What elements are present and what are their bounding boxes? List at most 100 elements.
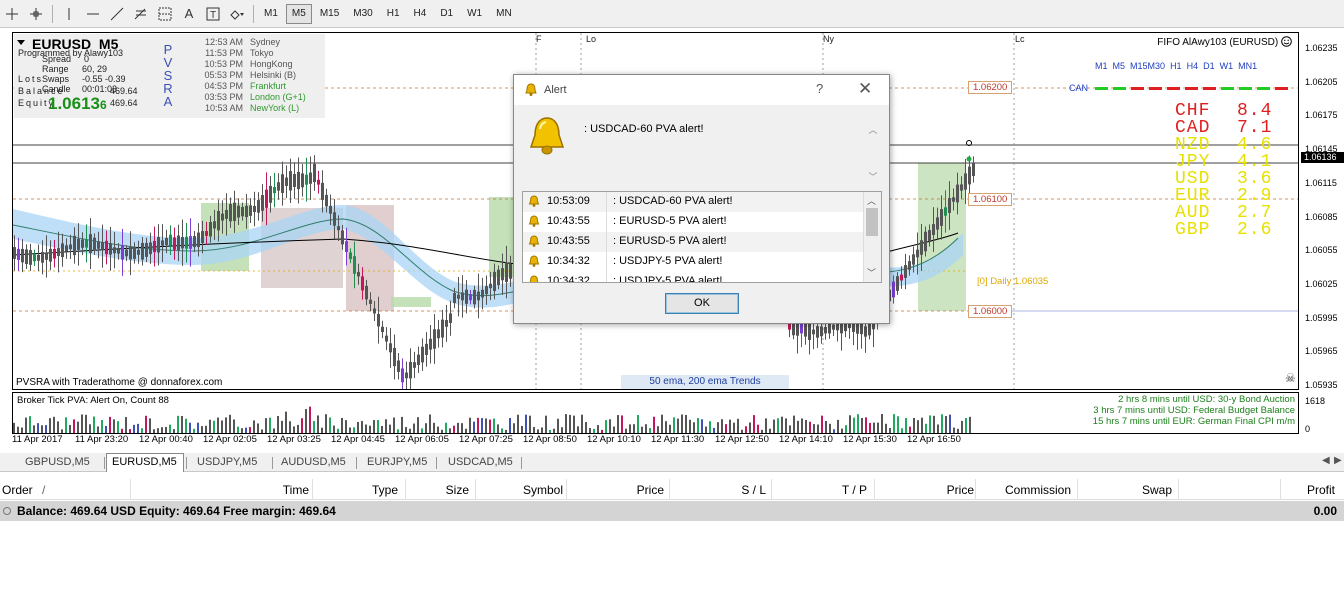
column-header-commission[interactable]: Commission (1005, 483, 1071, 497)
timeframe-button-mn[interactable]: MN (490, 4, 518, 24)
close-button[interactable]: ✕ (858, 79, 872, 99)
alert-history-row[interactable]: 10:43:55: EURUSD-5 PVA alert! (523, 232, 863, 252)
volume-bar (949, 414, 951, 433)
grid-icon[interactable] (153, 3, 177, 25)
tab-usdjpy-m5[interactable]: USDJPY,M5 (192, 454, 270, 471)
tab-scroll-right-icon[interactable]: ▶ (1334, 455, 1342, 466)
dialog-titlebar[interactable]: Alert ? ✕ (514, 75, 889, 105)
volume-bar (265, 418, 267, 433)
tf-strip-item[interactable]: H4 (1187, 61, 1199, 71)
volume-bar (869, 422, 871, 433)
session-time: 03:53 PM (204, 92, 243, 102)
volume-bar (933, 415, 935, 433)
pvsra-credit-label: PVSRA with Traderathome @ donnaforex.com (16, 377, 223, 388)
column-separator (1077, 479, 1078, 500)
shapes-icon[interactable] (225, 3, 249, 25)
column-header-tp[interactable]: T / P (842, 483, 867, 497)
price-axis: 1.06235 1.06205 1.06175 1.06145 1.06115 1.060… (1300, 32, 1344, 434)
volume-bar (325, 414, 327, 433)
timeframe-button-m1[interactable]: M1 (258, 4, 284, 24)
alert-history-row[interactable]: 10:43:55: EURUSD-5 PVA alert! (523, 212, 863, 232)
can-trend-dash (1275, 87, 1288, 90)
timeframe-button-w1[interactable]: W1 (461, 4, 488, 24)
candle-body (97, 241, 100, 249)
column-header-order[interactable]: Order (2, 483, 33, 497)
volume-bar (805, 419, 807, 433)
tab-usdcad-m5[interactable]: USDCAD,M5 (443, 454, 519, 471)
timeframe-button-m30[interactable]: M30 (347, 4, 378, 24)
cursor-icon[interactable] (0, 3, 24, 25)
spread-label: Spread (42, 54, 72, 64)
column-header-symbol[interactable]: Symbol (523, 483, 563, 497)
volume-bar (557, 418, 559, 433)
tab-separator (521, 457, 522, 469)
volume-bar (313, 421, 315, 433)
collapse-arrow-icon[interactable] (17, 40, 25, 46)
candle-body (153, 240, 156, 253)
alert-list-scrollbar[interactable]: ︿ ﹀ (863, 192, 881, 282)
tab-audusd-m5[interactable]: AUDUSD,M5 (276, 454, 354, 471)
horizontal-line-icon[interactable] (81, 3, 105, 25)
alert-history-row[interactable]: 10:53:09: USDCAD-60 PVA alert! (523, 192, 863, 212)
alert-history-row[interactable]: 10:34:32: USDJPY-5 PVA alert! (523, 272, 863, 282)
column-header-price[interactable]: Price (947, 483, 974, 497)
volume-bar (941, 414, 943, 433)
timeframe-button-m5[interactable]: M5 (285, 3, 312, 24)
column-header-sl[interactable]: S / L (741, 483, 766, 497)
candle-body (341, 230, 344, 245)
volume-bar (689, 419, 691, 433)
volume-bar (969, 416, 971, 433)
tf-strip-item[interactable]: D1 (1203, 61, 1215, 71)
candle-body (57, 248, 60, 256)
timeframe-button-h1[interactable]: H1 (381, 4, 406, 24)
tab-gbpusd-m5[interactable]: GBPUSD,M5 (20, 454, 102, 471)
volume-bar (745, 426, 747, 433)
text-icon[interactable]: A (177, 3, 201, 25)
column-header-swap[interactable]: Swap (1142, 483, 1172, 497)
timeframe-button-m15[interactable]: M15 (314, 4, 345, 24)
tf-strip-item[interactable]: MN1 (1238, 61, 1257, 71)
column-header-profit[interactable]: Profit (1307, 483, 1335, 497)
tf-strip-item[interactable]: M15 (1130, 61, 1148, 71)
balance-row[interactable]: Balance: 469.64 USD Equity: 469.64 Free … (0, 501, 1344, 521)
timeframe-button-d1[interactable]: D1 (434, 4, 459, 24)
column-header-price[interactable]: Price (637, 483, 664, 497)
svg-text:T: T (210, 10, 216, 21)
volume-bar (677, 418, 679, 433)
tab-eurjpy-m5[interactable]: EURJPY,M5 (362, 454, 434, 471)
volume-bar (629, 424, 631, 433)
volume-bar (433, 422, 435, 433)
trendline-icon[interactable] (105, 3, 129, 25)
fibo-icon[interactable] (129, 3, 153, 25)
volume-bar (733, 422, 735, 433)
volume-bar (77, 421, 79, 433)
tf-strip-item[interactable]: M1 (1095, 61, 1108, 71)
crosshair-icon[interactable] (24, 3, 48, 25)
tf-strip-item[interactable]: M30 (1148, 61, 1166, 71)
volume-bar (89, 424, 91, 433)
column-header-type[interactable]: Type (372, 483, 398, 497)
candle-body (145, 242, 148, 257)
help-button[interactable]: ? (816, 81, 823, 96)
tf-strip-item[interactable]: H1 (1170, 61, 1182, 71)
volume-bar (429, 414, 431, 433)
candle-body (237, 205, 240, 218)
column-header-size[interactable]: Size (446, 483, 469, 497)
volume-bar (661, 414, 663, 433)
text-label-icon[interactable]: T (201, 3, 225, 25)
candle-body (353, 256, 356, 274)
tab-scroll-left-icon[interactable]: ◀ (1322, 455, 1330, 466)
indicator-subwindow[interactable]: Broker Tick PVA: Alert On, Count 88 2 hr… (12, 392, 1299, 434)
message-scrollbar[interactable]: ︿ ﹀ (866, 119, 880, 183)
vertical-line-icon[interactable] (57, 3, 81, 25)
ok-button[interactable]: OK (665, 293, 739, 314)
alert-history-row[interactable]: 10:34:32: USDJPY-5 PVA alert! (523, 252, 863, 272)
tab-eurusd-m5[interactable]: EURUSD,M5 (106, 453, 184, 472)
tf-strip-item[interactable]: W1 (1220, 61, 1234, 71)
candle-body (812, 329, 815, 335)
volume-bar (49, 418, 51, 433)
tf-strip-item[interactable]: M5 (1113, 61, 1126, 71)
column-header-time[interactable]: Time (283, 483, 309, 497)
candle-body (293, 174, 296, 187)
timeframe-button-h4[interactable]: H4 (408, 4, 433, 24)
